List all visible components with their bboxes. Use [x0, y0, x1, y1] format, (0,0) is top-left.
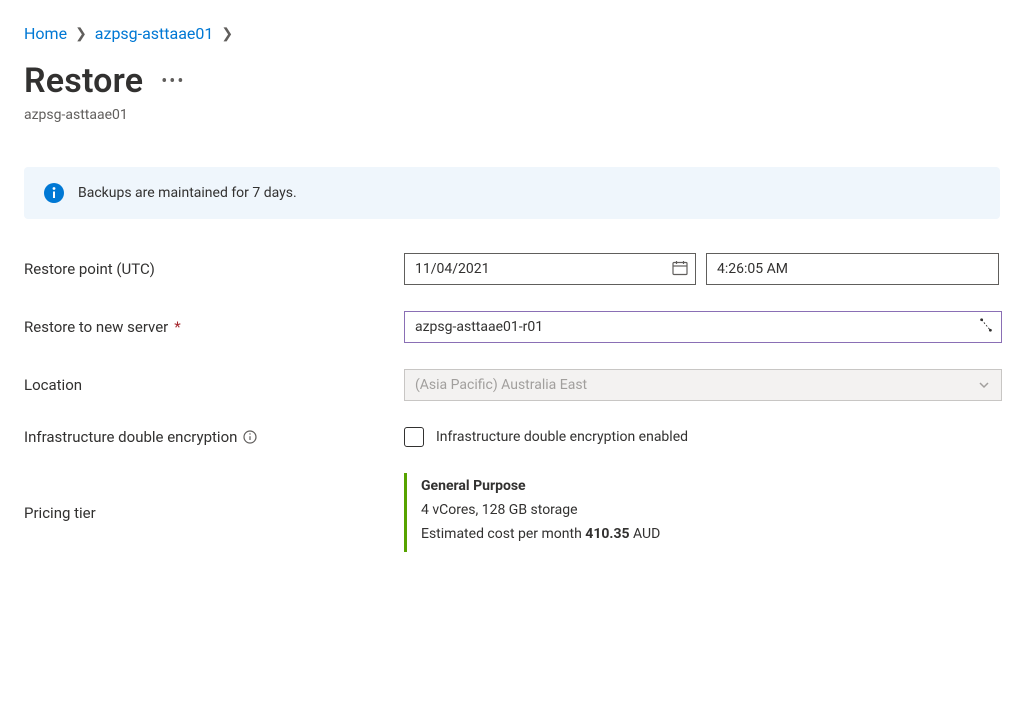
- new-server-input[interactable]: [404, 311, 1002, 343]
- chevron-down-icon: [977, 378, 991, 392]
- pricing-tier-label: Pricing tier: [24, 504, 394, 522]
- page-subtitle: azpsg-asttaae01: [24, 107, 1000, 123]
- location-select: (Asia Pacific) Australia East: [404, 369, 1002, 401]
- encryption-checkbox[interactable]: [404, 427, 424, 447]
- breadcrumb: Home ❯ azpsg-asttaae01 ❯: [24, 24, 1000, 43]
- chevron-right-icon: ❯: [221, 26, 233, 42]
- expand-icon: [979, 317, 993, 333]
- restore-date-input[interactable]: [404, 253, 696, 285]
- info-icon: [44, 183, 64, 203]
- breadcrumb-home[interactable]: Home: [24, 24, 67, 43]
- pricing-tier-spec: 4 vCores, 128 GB storage: [421, 499, 1002, 523]
- encryption-checkbox-label: Infrastructure double encryption enabled: [436, 429, 688, 445]
- pricing-tier-block: General Purpose 4 vCores, 128 GB storage…: [404, 473, 1002, 552]
- restore-point-label: Restore point (UTC): [24, 260, 394, 278]
- pricing-tier-cost: Estimated cost per month 410.35 AUD: [421, 523, 1002, 547]
- chevron-right-icon: ❯: [75, 26, 87, 42]
- info-outline-icon[interactable]: [243, 430, 257, 444]
- location-value: (Asia Pacific) Australia East: [415, 377, 587, 393]
- required-indicator: *: [174, 318, 180, 336]
- breadcrumb-resource[interactable]: azpsg-asttaae01: [95, 24, 214, 43]
- info-banner: Backups are maintained for 7 days.: [24, 167, 1000, 219]
- restore-time-input[interactable]: [706, 253, 999, 285]
- page-title: Restore: [24, 61, 143, 101]
- info-message: Backups are maintained for 7 days.: [78, 185, 297, 201]
- encryption-label: Infrastructure double encryption: [24, 428, 394, 446]
- more-actions-button[interactable]: •••: [161, 71, 185, 92]
- new-server-label: Restore to new server *: [24, 318, 394, 336]
- pricing-tier-name: General Purpose: [421, 475, 1002, 499]
- location-label: Location: [24, 376, 394, 394]
